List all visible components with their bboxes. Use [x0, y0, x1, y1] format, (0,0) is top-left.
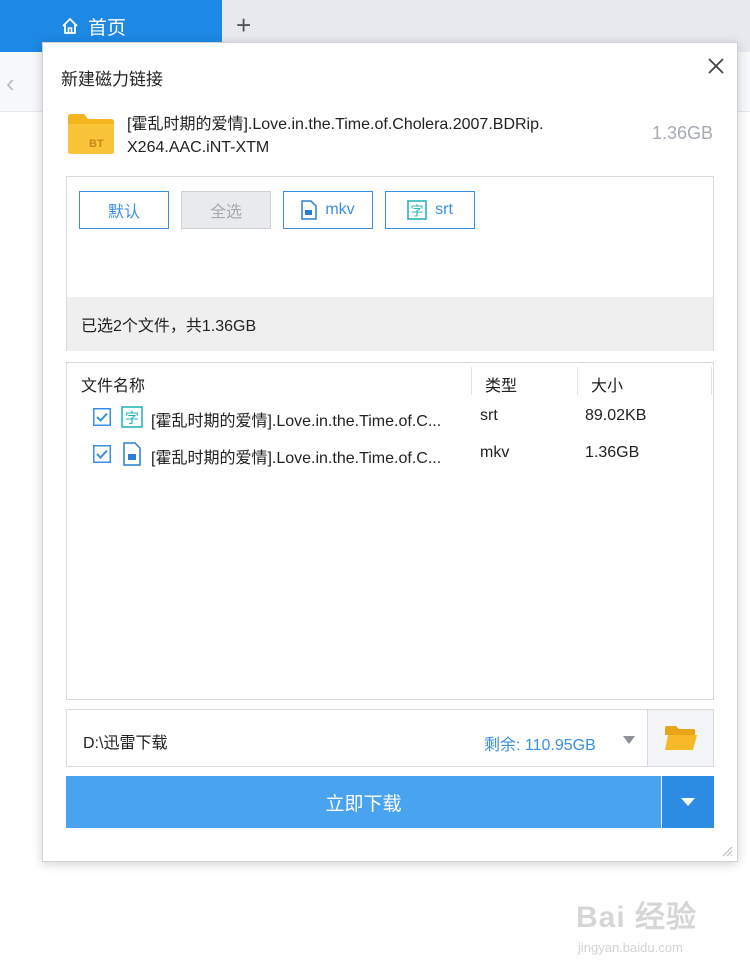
column-divider	[711, 367, 712, 395]
chevron-down-icon	[681, 798, 695, 806]
file-filter-panel: 默认 全选 mkv 字 srt 已选2个文件，共1.36GB	[66, 176, 714, 351]
document-icon	[123, 442, 141, 466]
back-icon[interactable]: ‹	[6, 68, 15, 99]
download-now-label: 立即下载	[325, 793, 402, 815]
new-tab-button[interactable]: +	[236, 10, 251, 40]
torrent-name: [霍乱时期的爱情].Love.in.the.Time.of.Cholera.20…	[127, 116, 544, 156]
select-all-label: 全选	[209, 204, 242, 221]
bt-badge: BT	[89, 138, 104, 150]
file-name: [霍乱时期的爱情].Love.in.the.Time.of.C...	[151, 413, 442, 430]
checkbox-checked-icon[interactable]	[93, 408, 111, 426]
close-icon[interactable]	[703, 53, 729, 79]
dialog-title: 新建磁力链接	[61, 70, 163, 89]
srt-filter-label: srt	[435, 201, 453, 218]
file-type: srt	[480, 407, 498, 424]
select-all-button[interactable]: 全选	[181, 191, 271, 229]
svg-text:字: 字	[411, 205, 424, 220]
table-row[interactable]: 字 [霍乱时期的爱情].Love.in.the.Time.of.C... srt…	[67, 399, 713, 435]
column-header-size[interactable]: 大小	[591, 372, 623, 396]
selection-summary: 已选2个文件，共1.36GB	[67, 297, 713, 351]
save-path-text: D:\迅雷下载	[83, 735, 168, 752]
path-dropdown-icon[interactable]	[623, 736, 635, 744]
default-filter-button[interactable]: 默认	[79, 191, 169, 229]
watermark-logo: Bai 经验	[576, 901, 698, 934]
default-filter-label: 默认	[107, 204, 140, 221]
free-space-label: 剩余: 110.95GB	[484, 737, 596, 754]
column-divider[interactable]	[471, 367, 472, 395]
subtitle-icon: 字	[121, 406, 143, 428]
column-header-name[interactable]: 文件名称	[81, 372, 145, 396]
watermark-url: jingyan.baidu.com	[578, 940, 683, 955]
home-icon	[62, 18, 78, 34]
folder-icon	[664, 726, 697, 750]
browse-folder-button[interactable]	[648, 709, 714, 767]
download-now-button[interactable]: 立即下载	[66, 776, 661, 828]
document-icon	[301, 200, 318, 220]
file-name: [霍乱时期的爱情].Love.in.the.Time.of.C...	[151, 450, 442, 467]
new-magnet-dialog: 新建磁力链接 BT [霍乱时期的爱情].Love.in.the.Time.of.…	[42, 42, 738, 862]
table-row[interactable]: [霍乱时期的爱情].Love.in.the.Time.of.C... mkv 1…	[67, 436, 713, 472]
mkv-filter-label: mkv	[325, 201, 355, 218]
file-list: 文件名称 类型 大小 字 [霍乱时期的爱情].Love.in.the.Time.…	[66, 362, 714, 700]
mkv-filter-button[interactable]: mkv	[283, 191, 373, 229]
file-list-header: 文件名称 类型 大小	[67, 363, 713, 399]
srt-filter-button[interactable]: 字 srt	[385, 191, 475, 229]
torrent-size: 1.36GB	[651, 123, 713, 143]
column-divider[interactable]	[577, 367, 578, 395]
baidu-jingyan-watermark: Bai 经验 jingyan.baidu.com	[576, 892, 716, 962]
tab-home-label: 首页	[88, 17, 127, 39]
resize-grip-icon[interactable]	[719, 843, 733, 857]
checkbox-checked-icon[interactable]	[93, 445, 111, 463]
file-size: 89.02KB	[585, 407, 647, 424]
svg-text:字: 字	[125, 411, 139, 427]
bt-folder-icon: BT	[68, 114, 114, 154]
save-path-field[interactable]: D:\迅雷下载 剩余: 110.95GB	[66, 709, 648, 767]
download-options-button[interactable]	[662, 776, 714, 828]
subtitle-icon: 字	[407, 200, 427, 220]
file-type: mkv	[480, 444, 510, 461]
file-size: 1.36GB	[585, 444, 640, 461]
column-header-type[interactable]: 类型	[485, 372, 517, 396]
